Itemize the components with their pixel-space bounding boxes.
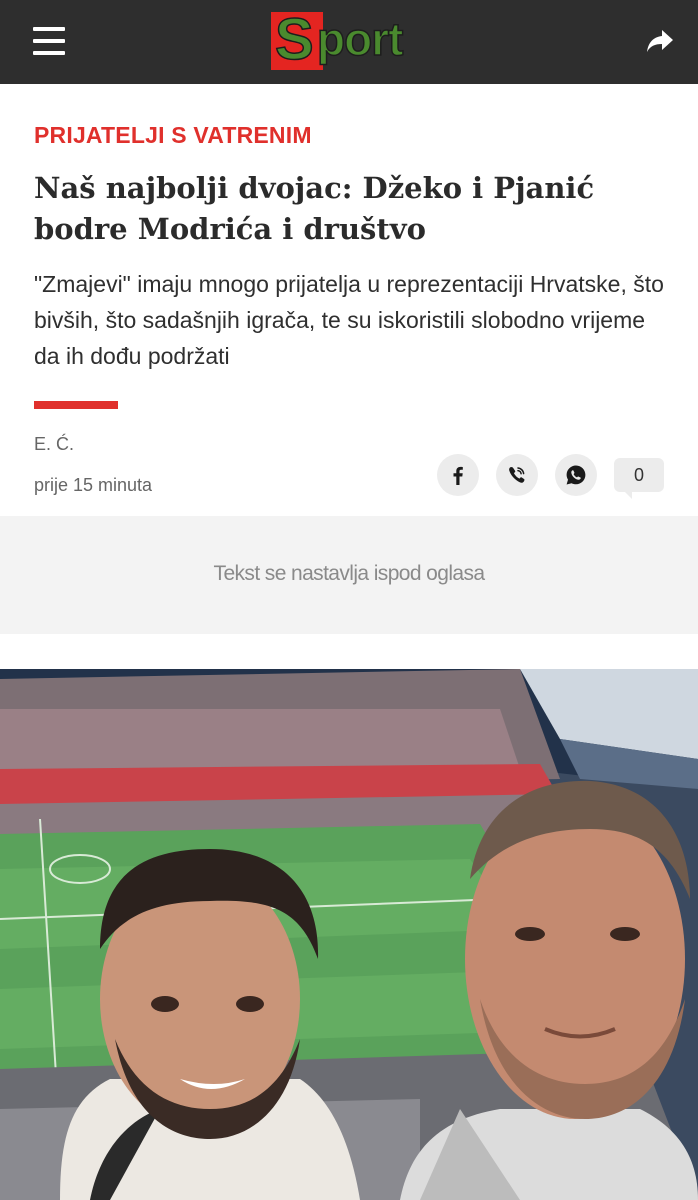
divider-red — [34, 401, 118, 409]
article-lead: "Zmajevi" imaju mnogo prijatelja u repre… — [34, 271, 664, 369]
whatsapp-share-button[interactable] — [555, 454, 597, 496]
logo-wordmark: port — [316, 13, 404, 65]
hamburger-menu-icon[interactable] — [33, 27, 65, 55]
ad-placeholder: Tekst se nastavlja ispod oglasa — [0, 516, 698, 634]
facebook-icon — [453, 466, 463, 485]
share-arrow-icon[interactable] — [646, 28, 674, 54]
viber-icon — [509, 467, 525, 483]
viber-share-button[interactable] — [496, 454, 538, 496]
facebook-share-button[interactable] — [437, 454, 479, 496]
article-title: Naš najbolji dvojac: Džeko i Pjanić bodr… — [34, 171, 595, 246]
stadium-selfie-image — [0, 669, 698, 1200]
top-bar: S port — [0, 0, 698, 84]
ad-notice: Tekst se nastavlja ispod oglasa — [213, 562, 486, 585]
logo-s-letter: S — [274, 7, 314, 72]
comments-count-button[interactable]: 0 — [614, 458, 664, 499]
article-author[interactable]: E. Ć. — [34, 434, 74, 455]
whatsapp-icon — [566, 465, 586, 485]
site-logo[interactable]: S port — [271, 7, 435, 72]
article-kicker: PRIJATELJI S VATRENIM — [34, 122, 312, 148]
article-photo[interactable] — [0, 669, 698, 1200]
article-time: prije 15 minuta — [34, 475, 153, 495]
